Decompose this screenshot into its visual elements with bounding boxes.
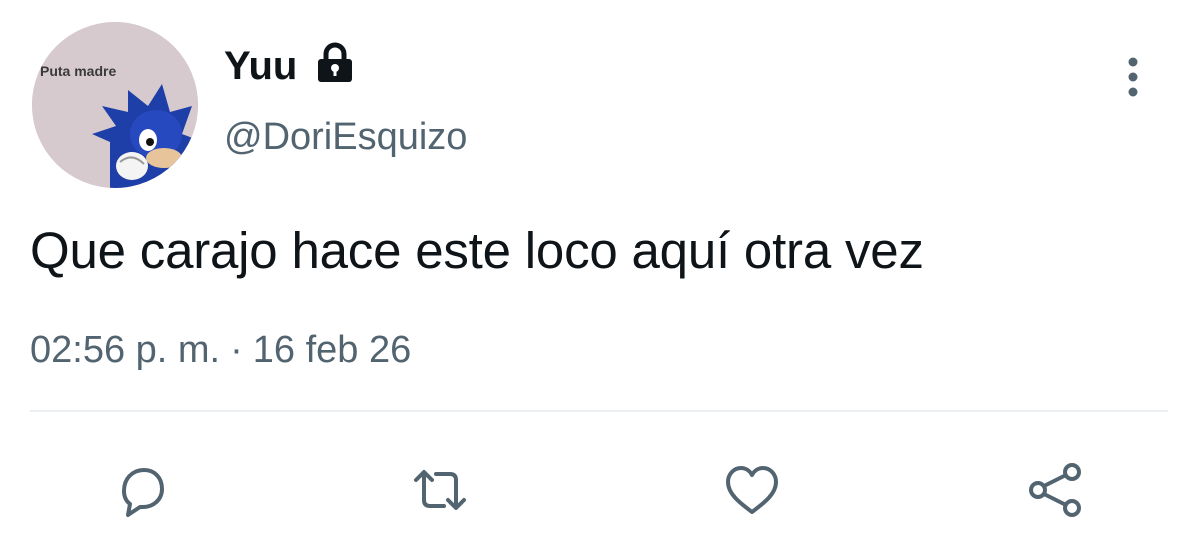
like-button[interactable] bbox=[720, 458, 784, 522]
retweet-icon bbox=[414, 470, 466, 510]
avatar-caption: Puta madre bbox=[40, 63, 116, 79]
display-name[interactable]: Yuu bbox=[224, 42, 297, 90]
share-icon bbox=[1029, 463, 1081, 517]
tweet-text: Que carajo hace este loco aquí otra vez bbox=[30, 222, 924, 279]
avatar-image: Puta madre bbox=[32, 22, 198, 188]
meta-separator: · bbox=[230, 329, 243, 371]
tweet-timestamp: 02:56 p. m. · 16 feb 26 bbox=[30, 326, 411, 374]
tweet-time[interactable]: 02:56 p. m. bbox=[30, 329, 220, 371]
tweet-date[interactable]: 16 feb 26 bbox=[253, 329, 411, 371]
divider bbox=[30, 410, 1168, 412]
user-handle[interactable]: @DoriEsquizo bbox=[224, 113, 467, 161]
like-icon bbox=[726, 466, 778, 514]
reply-button[interactable] bbox=[110, 458, 174, 522]
share-button[interactable] bbox=[1024, 458, 1088, 522]
lock-icon bbox=[318, 42, 352, 82]
more-options-icon[interactable] bbox=[1118, 52, 1148, 102]
retweet-button[interactable] bbox=[408, 458, 472, 522]
reply-icon bbox=[122, 468, 164, 517]
avatar[interactable]: Puta madre bbox=[32, 22, 198, 188]
